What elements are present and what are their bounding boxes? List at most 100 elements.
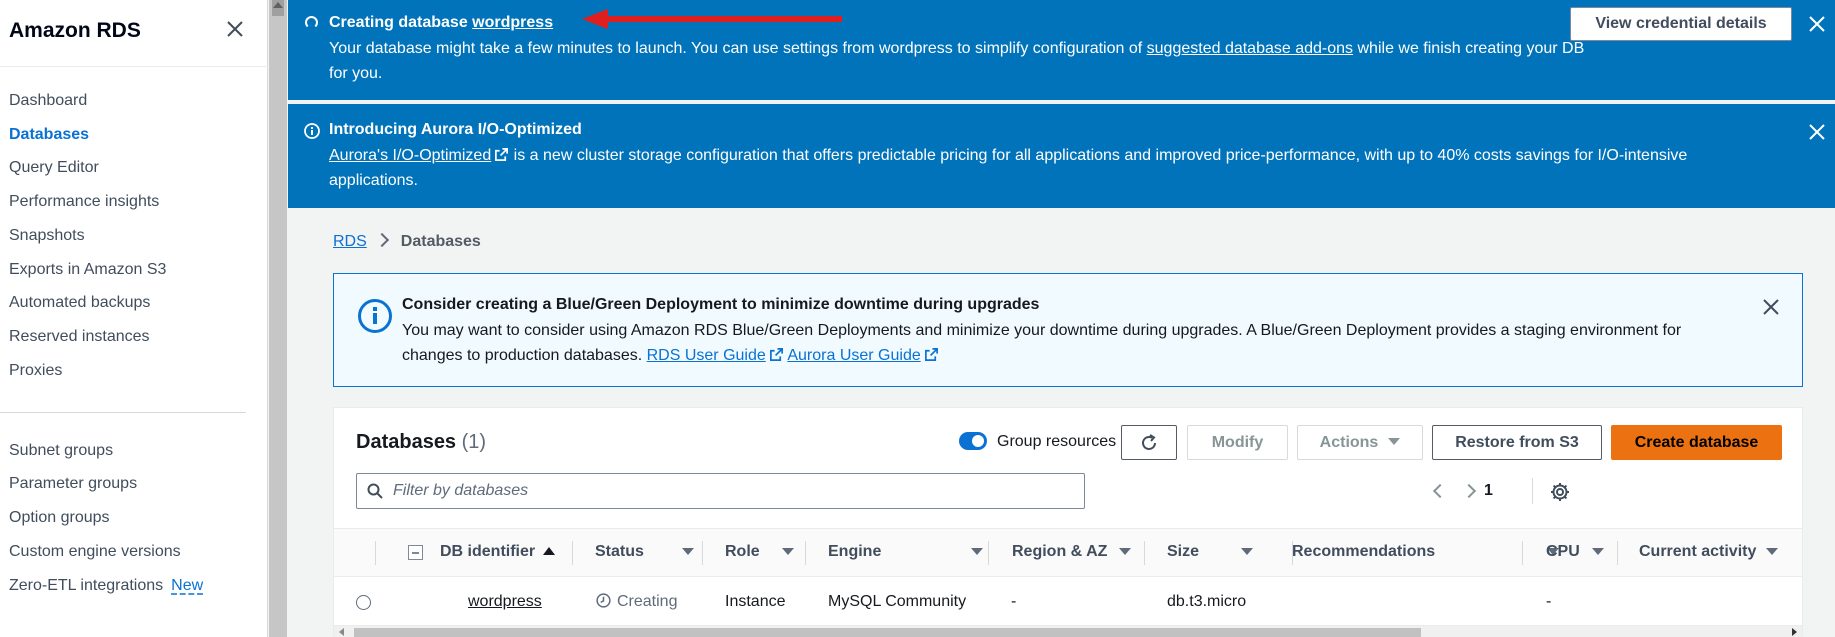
aurora-io-optimized-link[interactable]: Aurora's I/O-Optimized [329,147,491,164]
sidebar-item-exports-s3[interactable]: Exports in Amazon S3 [9,261,166,279]
flash-body: Your database might take a few minutes t… [329,36,1589,86]
next-page-icon[interactable] [1461,483,1477,499]
col-current-activity[interactable]: Current activity [1639,543,1779,561]
scroll-left-icon[interactable] [339,628,344,636]
new-badge[interactable]: New [171,577,203,594]
column-separator [702,541,703,565]
filter-databases [356,473,1085,509]
sidebar-item-performance-insights[interactable]: Performance insights [9,193,159,211]
external-link-icon [769,348,783,361]
group-resources-label: Group resources [997,433,1117,450]
actions-dropdown[interactable]: Actions [1297,425,1423,460]
col-role[interactable]: Role [725,543,794,561]
previous-page-icon[interactable] [1432,483,1448,499]
sidebar-item-reserved-instances[interactable]: Reserved instances [9,328,150,346]
sidebar-item-proxies[interactable]: Proxies [9,362,62,380]
caret-down-icon [1388,437,1401,445]
row-select-radio[interactable] [356,595,371,610]
column-separator [375,541,376,565]
chevron-right-icon [374,232,389,248]
col-recommendations[interactable]: Recommendations [1292,543,1560,561]
sort-icon [971,548,984,555]
breadcrumb-current: Databases [400,233,481,250]
column-separator [1522,541,1523,565]
sidebar: Amazon RDS Dashboard Databases Query Edi… [0,0,268,637]
db-name-link[interactable]: wordpress [472,14,553,31]
close-icon[interactable] [1807,122,1827,142]
filter-databases-input[interactable] [393,474,1073,508]
refresh-button[interactable] [1121,425,1177,460]
external-link-icon [495,148,509,161]
vertical-scrollbar[interactable] [269,0,287,637]
flash-title: Introducing Aurora I/O-Optimized [329,121,582,138]
cpu-cell: - [1546,593,1552,610]
modify-button[interactable]: Modify [1187,425,1288,460]
refresh-icon [1142,433,1156,450]
sidebar-item-option-groups[interactable]: Option groups [9,509,110,527]
column-separator [1617,541,1618,565]
sidebar-item-subnet-groups[interactable]: Subnet groups [9,442,113,460]
sort-icon [781,548,794,555]
col-status[interactable]: Status [595,543,694,561]
col-region-az[interactable]: Region & AZ [1012,543,1132,561]
table-header: DB identifier Status Role Engine Region … [334,528,1802,577]
flash-aurora-io-optimized: Introducing Aurora I/O-Optimized Aurora'… [288,104,1835,208]
db-identifier-link[interactable]: wordpress [468,593,542,611]
sidebar-item-zero-etl[interactable]: Zero-ETL integrations New [9,577,203,595]
flash-creating-database: Creating database wordpress Your databas… [288,0,1835,100]
col-engine[interactable]: Engine [828,543,984,561]
sort-icon [681,548,694,555]
breadcrumb-rds[interactable]: RDS [333,233,367,250]
panel-title-text: Databases [356,431,457,453]
view-credential-details-button[interactable]: View credential details [1570,7,1792,41]
col-cpu[interactable]: CPU [1546,543,1604,561]
close-icon[interactable] [224,18,246,40]
col-db-identifier[interactable]: DB identifier [440,543,556,561]
annotation-arrow-icon [582,9,842,29]
status-cell: Creating [596,593,677,611]
col-label: CPU [1546,543,1580,560]
rds-user-guide-link[interactable]: RDS User Guide [647,347,766,364]
create-database-button[interactable]: Create database [1611,425,1782,460]
col-size[interactable]: Size [1167,543,1254,561]
sidebar-item-databases[interactable]: Databases [9,126,89,144]
scroll-up-icon[interactable] [273,2,283,8]
page-number[interactable]: 1 [1484,482,1493,500]
sort-icon [1766,548,1779,555]
sort-icon [1119,548,1132,555]
blue-green-info-alert: Consider creating a Blue/Green Deploymen… [333,273,1803,387]
col-label: DB identifier [440,543,536,560]
sidebar-item-automated-backups[interactable]: Automated backups [9,294,150,312]
select-all-checkbox[interactable] [408,545,423,560]
flash-body: Aurora's I/O-Optimized is a new cluster … [329,143,1769,193]
suggested-addons-link[interactable]: suggested database add-ons [1147,40,1353,57]
actions-label: Actions [1319,433,1379,451]
sidebar-title: Amazon RDS [9,19,141,42]
sidebar-item-dashboard[interactable]: Dashboard [9,92,87,110]
aurora-user-guide-link[interactable]: Aurora User Guide [787,347,920,364]
scroll-right-icon[interactable] [1792,628,1797,636]
column-separator [805,541,806,565]
close-icon[interactable] [1760,296,1782,318]
close-icon[interactable] [1807,14,1827,34]
divider [0,66,268,67]
flash-body-text: Your database might take a few minutes t… [329,40,1143,57]
scrollbar-thumb[interactable] [354,628,1421,637]
alert-body: You may want to consider using Amazon RD… [402,318,1722,368]
sidebar-item-query-editor[interactable]: Query Editor [9,159,99,177]
restore-from-s3-button[interactable]: Restore from S3 [1432,425,1602,460]
region-cell: - [1011,593,1017,610]
gear-icon[interactable] [1550,482,1570,502]
divider [0,412,246,413]
role-cell: Instance [725,593,786,610]
sidebar-item-custom-engine-versions[interactable]: Custom engine versions [9,543,181,561]
alert-body-text: You may want to consider using Amazon RD… [402,322,1682,364]
group-resources-toggle[interactable] [959,432,987,450]
sort-icon [1591,548,1604,555]
database-count: (1) [461,431,487,453]
sidebar-item-parameter-groups[interactable]: Parameter groups [9,475,137,493]
flash-title: Creating database wordpress [329,14,553,32]
horizontal-scrollbar[interactable] [334,626,1802,637]
sidebar-item-snapshots[interactable]: Snapshots [9,227,85,245]
panel-title: Databases (1) [356,431,486,454]
